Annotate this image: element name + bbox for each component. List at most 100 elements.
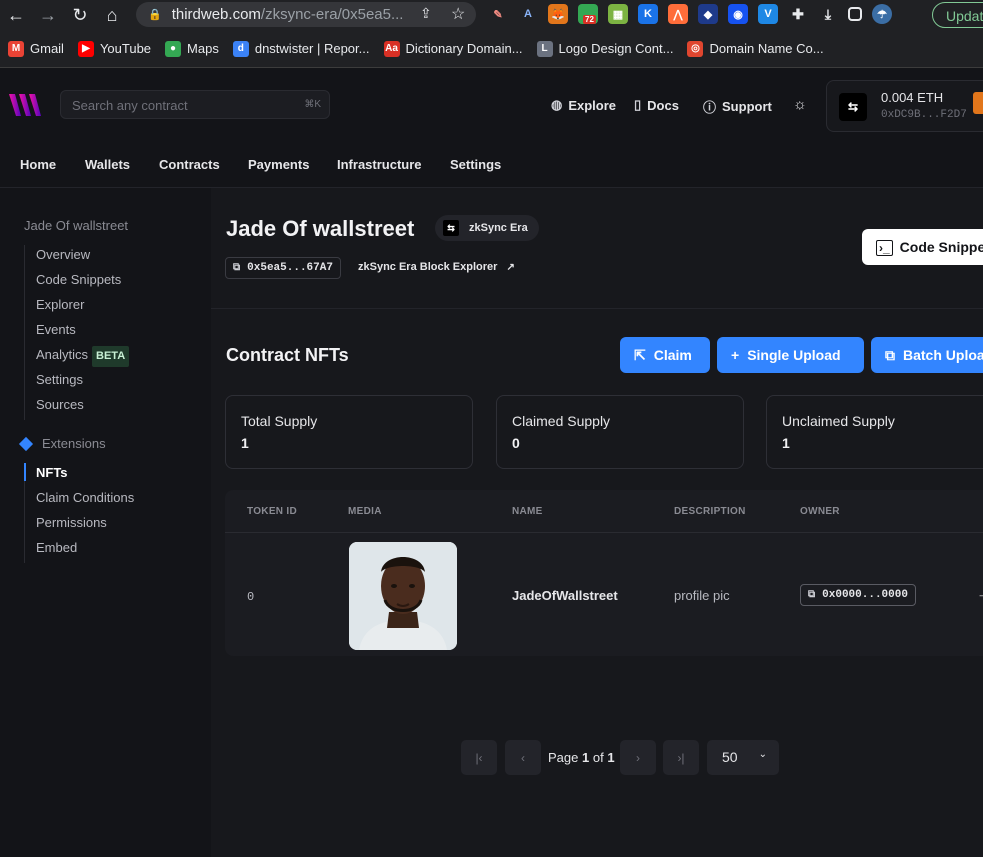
pen-extension-icon[interactable]: ✎ [488, 4, 508, 24]
sidebar-item-overview[interactable]: Overview [25, 245, 129, 270]
download-icon[interactable]: ⤓ [818, 4, 838, 24]
contract-title: Jade Of wallstreet [226, 216, 415, 241]
puzzle-extensions-icon[interactable]: ✚ [788, 4, 808, 24]
coinbase-extension-icon[interactable]: ◉ [728, 4, 748, 24]
sidebar-extensions-group: NFTs Claim Conditions Permissions Embed [23, 463, 134, 563]
bookmark-item[interactable]: ▶ YouTube [77, 40, 152, 57]
stat-label: Unclaimed Supply [782, 413, 895, 429]
column-description: DESCRIPTION [674, 506, 746, 517]
nav-infrastructure[interactable]: Infrastructure [337, 157, 422, 172]
page-indicator: Page 1 of 1 [548, 750, 615, 765]
document-icon: ▯ [634, 97, 642, 112]
sidebar-item-events[interactable]: Events [25, 320, 129, 345]
bookmark-item[interactable]: L Logo Design Cont... [536, 40, 673, 57]
nav-wallets[interactable]: Wallets [85, 157, 130, 172]
sidebar-item-code-snippets[interactable]: Code Snippets [25, 270, 129, 295]
sidebar-item-embed[interactable]: Embed [25, 538, 134, 563]
arc-extension-icon[interactable]: ⋀ [668, 4, 688, 24]
block-explorer-link[interactable]: zkSync Era Block Explorer ↗ [358, 261, 515, 273]
extensions-label: Extensions [42, 436, 106, 451]
support-link[interactable]: ⓘ Support [703, 97, 772, 116]
bookmark-star-icon[interactable]: ☆ [451, 4, 465, 24]
nfts-table: TOKEN ID MEDIA NAME DESCRIPTION OWNER 0 [225, 490, 983, 656]
sidebar-item-nfts[interactable]: NFTs [23, 463, 134, 488]
bookmark-item[interactable]: Aa Dictionary Domain... [383, 40, 523, 57]
app: Search any contract ⌘K ◍ Explore ▯ Docs ⓘ S… [0, 68, 983, 857]
stat-card-claimed-supply: Claimed Supply 0 [496, 395, 744, 469]
sidebar-general-group: Overview Code Snippets Explorer Events A… [24, 245, 130, 420]
batch-upload-button[interactable]: ⧉ Batch Upload [871, 337, 983, 373]
docs-link[interactable]: ▯ Docs [634, 97, 679, 113]
last-page-icon[interactable]: ›| [663, 740, 699, 775]
zksync-logo-icon: ⇆ [839, 93, 867, 121]
share-icon[interactable]: ⇪ [420, 5, 432, 22]
bookmark-item[interactable]: M Gmail [8, 40, 64, 57]
contract-nfts-title: Contract NFTs [226, 345, 349, 365]
sidebar-item-settings[interactable]: Settings [25, 370, 129, 395]
forward-icon[interactable]: → [32, 0, 64, 30]
prev-page-icon[interactable]: ‹ [505, 740, 541, 775]
total-pages: 1 [607, 750, 615, 765]
page-size-select[interactable]: 50 ⌄ [707, 740, 779, 775]
bookmark-item[interactable]: d dnstwister | Repor... [232, 40, 370, 57]
bookmark-item[interactable]: ● Maps [165, 40, 219, 57]
single-upload-button[interactable]: + Single Upload [717, 337, 864, 373]
main-content: Jade Of wallstreet ⇆ zkSync Era ⧉ 0x5ea5… [211, 188, 983, 857]
row-action-icon[interactable]: → [977, 586, 983, 601]
chain-badge: ⇆ zkSync Era [435, 215, 539, 241]
first-page-icon[interactable]: |‹ [461, 740, 497, 775]
of-word: of [592, 750, 604, 765]
wallet-address: 0xDC9B...F2D7 [881, 109, 967, 121]
code-snippets-label: Code Snippets [899, 239, 983, 255]
contract-address-copy-button[interactable]: ⧉ 0x5ea5...67A7 [225, 257, 341, 279]
token-id-cell: 0 [247, 590, 255, 604]
k-extension-icon[interactable]: K [638, 4, 658, 24]
home-icon[interactable]: ⌂ [96, 0, 128, 30]
sidebar-item-sources[interactable]: Sources [25, 395, 129, 420]
help-circle-icon: ⓘ [703, 100, 717, 115]
v-extension-icon[interactable]: V [758, 4, 778, 24]
owner-address-copy-button[interactable]: ⧉ 0x0000...0000 [800, 584, 916, 606]
badge-extension-icon[interactable]: 72 [578, 4, 598, 24]
nav-contracts[interactable]: Contracts [159, 157, 220, 172]
nft-media-image [349, 542, 457, 650]
sidepanel-icon[interactable] [848, 7, 862, 21]
chrome-update-button[interactable]: Update [932, 2, 983, 28]
bookmark-label: Maps [187, 41, 219, 56]
column-name: NAME [512, 506, 543, 517]
theme-toggle-sun-icon[interactable]: ☼ [793, 96, 807, 113]
copy-stack-icon: ⧉ [885, 346, 895, 363]
profile-avatar-icon[interactable]: ☂ [872, 4, 892, 24]
zksync-chain-icon: ⇆ [443, 220, 459, 236]
sidebar-item-explorer[interactable]: Explorer [25, 295, 129, 320]
nav-home[interactable]: Home [20, 157, 56, 172]
chain-name: zkSync Era [469, 222, 528, 234]
claim-button[interactable]: ⇱ Claim [620, 337, 710, 373]
nav-settings[interactable]: Settings [450, 157, 501, 172]
diamond-extension-icon[interactable]: ◆ [698, 4, 718, 24]
sidebar-item-permissions[interactable]: Permissions [25, 513, 134, 538]
bookmark-label: YouTube [99, 41, 152, 56]
a-extension-icon[interactable]: A [518, 4, 538, 24]
thirdweb-logo[interactable] [9, 92, 45, 118]
explore-link[interactable]: ◍ Explore [551, 97, 616, 113]
docs-label: Docs [647, 97, 679, 113]
metamask-extension-icon[interactable]: 🦊 [548, 4, 568, 24]
bookmark-label: Dictionary Domain... [405, 41, 523, 56]
game-extension-icon[interactable]: ▦ [608, 4, 628, 24]
column-token-id: TOKEN ID [247, 506, 297, 517]
external-link-icon: ↗ [506, 262, 515, 273]
next-page-icon[interactable]: › [620, 740, 656, 775]
back-icon[interactable]: ← [0, 0, 32, 30]
app-header: Search any contract ⌘K ◍ Explore ▯ Docs ⓘ S… [0, 68, 983, 142]
sidebar-item-analytics[interactable]: Analytics BETA [25, 345, 130, 370]
code-snippets-button[interactable]: ›_ Code Snippets [862, 229, 983, 265]
reload-icon[interactable]: ↻ [64, 0, 96, 30]
contract-search-input[interactable]: Search any contract ⌘K [60, 90, 330, 119]
extensions-diamond-icon [18, 436, 34, 451]
sidebar-item-claim-conditions[interactable]: Claim Conditions [25, 488, 134, 513]
wallet-button[interactable]: ⇆ 0.004 ETH 0xDC9B...F2D7 [826, 80, 983, 132]
beta-badge: BETA [92, 346, 130, 367]
nav-payments[interactable]: Payments [248, 157, 309, 172]
bookmark-item[interactable]: ◎ Domain Name Co... [687, 40, 824, 57]
